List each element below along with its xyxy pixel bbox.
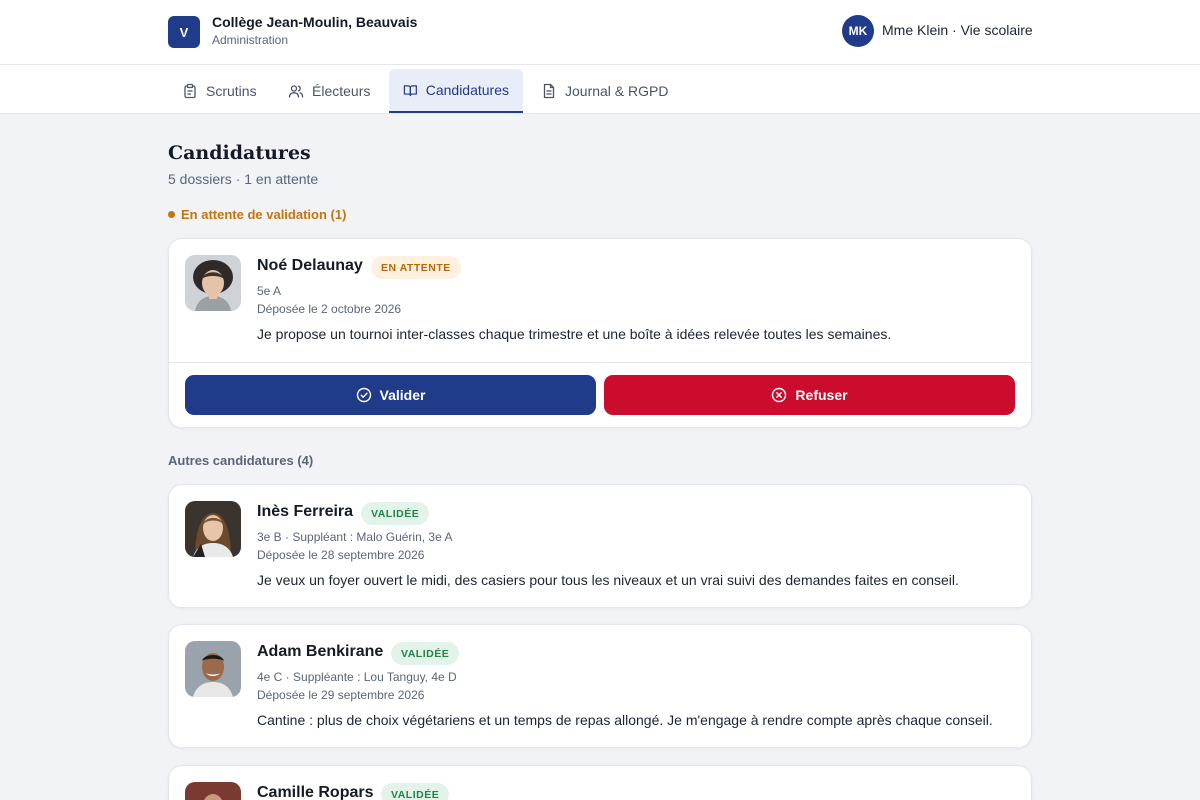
others-section-heading: Autres candidatures (4) (168, 453, 314, 468)
candidate-photo (185, 782, 241, 800)
page-subtitle: 5 dossiers · 1 en attente (168, 171, 319, 187)
candidate-name: Inès Ferreira (257, 503, 354, 520)
tab-label: Électeurs (312, 83, 371, 99)
candidate-date: Déposée le 28 septembre 2026 (257, 548, 425, 562)
document-icon (543, 83, 555, 99)
tab-scrutins[interactable]: Scrutins (168, 69, 271, 113)
status-badge: EN ATTENTE (371, 256, 461, 279)
validate-button[interactable]: Valider (185, 375, 596, 415)
clipboard-icon (184, 83, 196, 99)
user-name[interactable]: Mme Klein · Vie scolaire (882, 22, 1033, 38)
candidate-card: Inès Ferreira VALIDÉE 3e B · Suppléant :… (168, 484, 1032, 608)
candidate-name: Noé Delaunay (257, 257, 363, 274)
school-subtitle: Administration (212, 33, 289, 47)
x-circle-icon (772, 387, 787, 403)
candidate-date: Déposée le 29 septembre 2026 (257, 688, 425, 702)
candidate-photo (185, 501, 241, 557)
pending-dot-icon (168, 211, 175, 218)
tab-candidatures[interactable]: Candidatures (389, 69, 523, 113)
school-name: Collège Jean-Moulin, Beauvais (212, 14, 418, 30)
candidate-name: Adam Benkirane (257, 643, 384, 660)
pending-candidate-card: Noé Delaunay EN ATTENTE 5e A Déposée le … (168, 238, 1032, 428)
refuse-button[interactable]: Refuser (604, 375, 1015, 415)
candidate-class: 4e C · Suppléante : Lou Tanguy, 4e D (257, 670, 457, 684)
user-avatar[interactable]: MK (842, 15, 874, 47)
tab-bar: Scrutins Électeurs Candidatures Journal … (0, 65, 1200, 114)
candidate-class: 3e B · Suppléant : Malo Guérin, 3e A (257, 530, 453, 544)
tab-label: Candidatures (425, 82, 509, 98)
candidate-name: Camille Ropars (257, 784, 374, 800)
status-badge: VALIDÉE (361, 502, 430, 525)
tab-journal-rgpd[interactable]: Journal & RGPD (527, 69, 682, 113)
page-title: Candidatures (168, 142, 311, 164)
action-row: Valider Refuser (169, 362, 1031, 427)
school-logo[interactable]: V (168, 16, 200, 48)
pending-section-heading: En attente de validation (1) (168, 207, 346, 222)
refuse-label: Refuser (795, 387, 848, 403)
pending-section-label: En attente de validation (1) (181, 207, 347, 222)
status-badge: VALIDÉE (391, 642, 460, 665)
candidate-statement: Je veux un foyer ouvert le midi, des cas… (257, 572, 959, 588)
tab-electeurs[interactable]: Électeurs (274, 69, 384, 113)
candidate-date: Déposée le 2 octobre 2026 (257, 302, 402, 316)
tab-label: Journal & RGPD (565, 83, 669, 99)
check-circle-icon (356, 387, 371, 403)
validate-label: Valider (379, 387, 426, 403)
candidate-statement: Je propose un tournoi inter-classes chaq… (257, 326, 892, 342)
status-badge: VALIDÉE (381, 783, 450, 800)
candidate-card: Adam Benkirane VALIDÉE 4e C · Suppléante… (168, 624, 1032, 748)
book-open-icon (403, 85, 417, 97)
users-icon (288, 85, 304, 98)
top-bar: V Collège Jean-Moulin, Beauvais Administ… (0, 0, 1200, 65)
candidate-statement: Cantine : plus de choix végétariens et u… (257, 712, 993, 728)
candidate-class: 5e A (257, 284, 282, 298)
candidate-photo (185, 641, 241, 697)
tab-label: Scrutins (206, 83, 257, 99)
candidate-card: Camille Ropars VALIDÉE (168, 765, 1032, 800)
candidate-photo (185, 255, 241, 311)
